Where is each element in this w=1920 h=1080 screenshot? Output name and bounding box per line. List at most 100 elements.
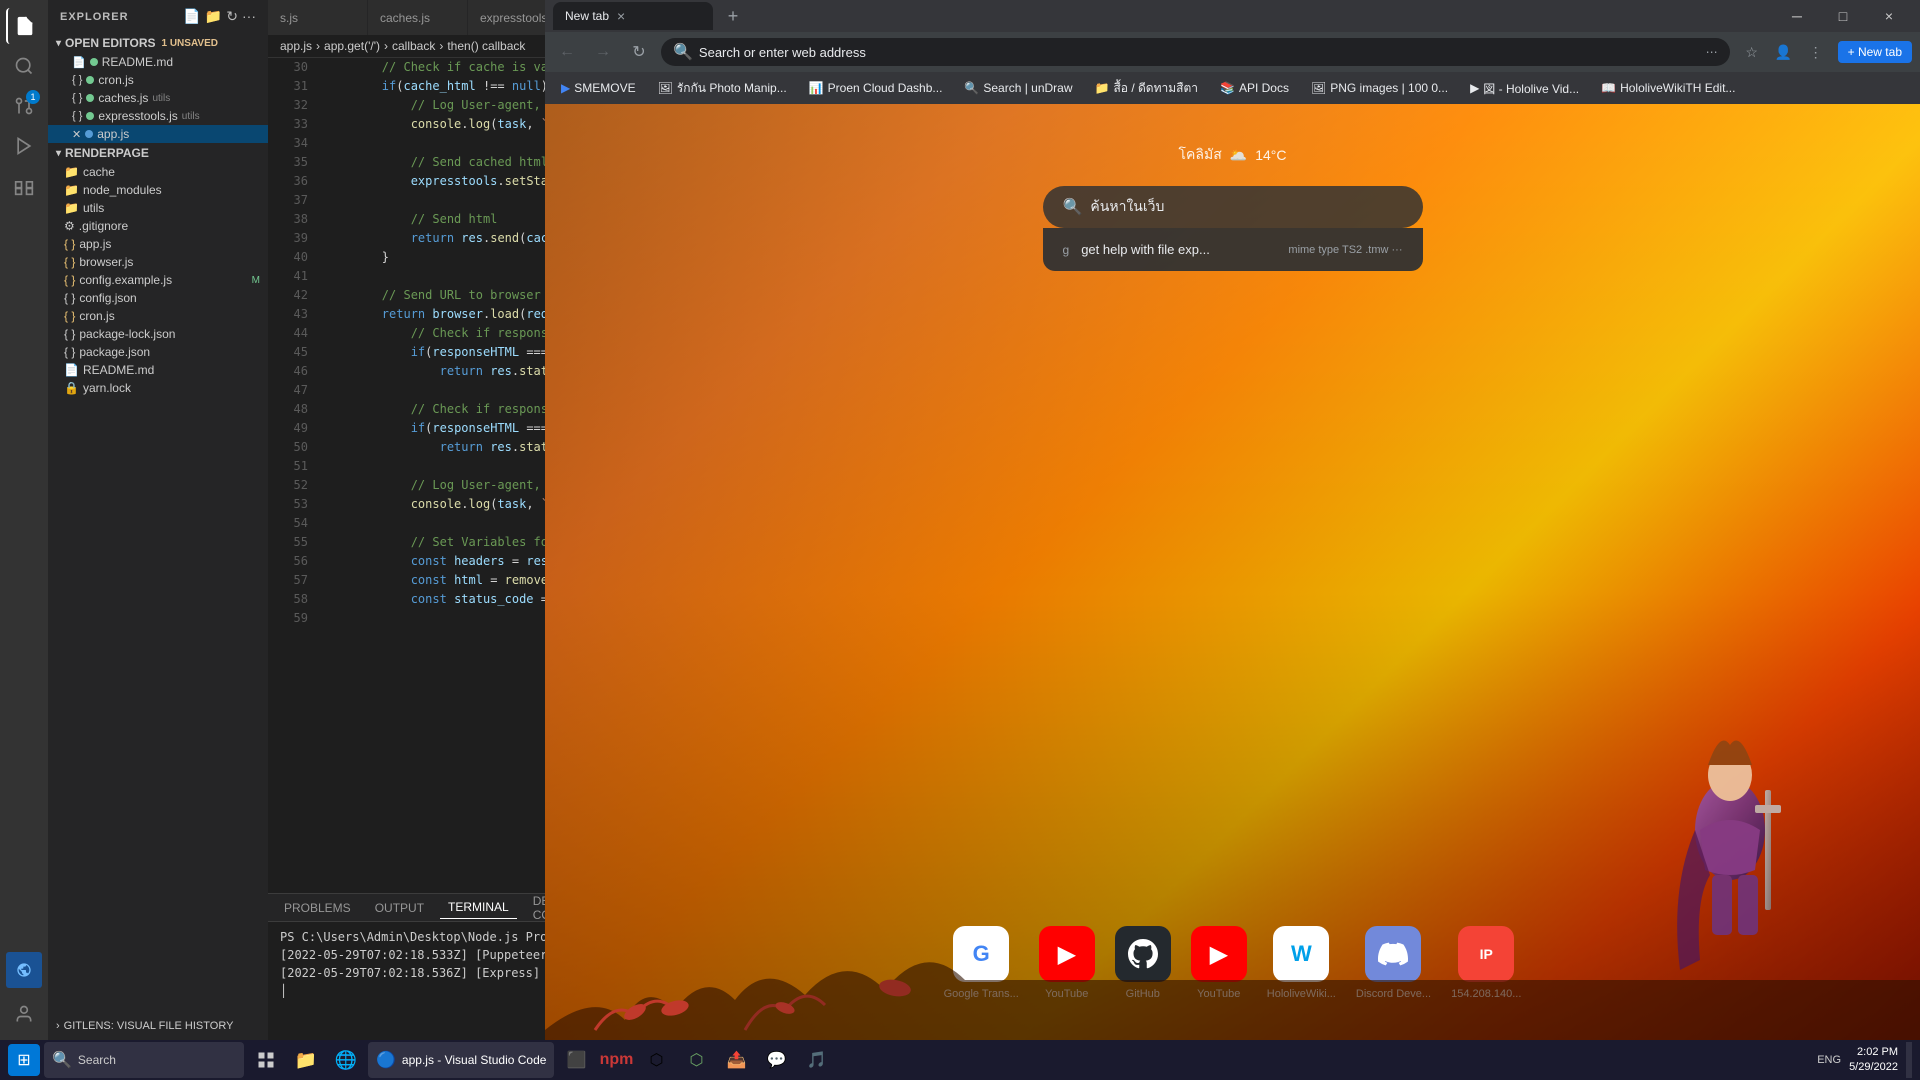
shortcut-google-translate[interactable]: G Google Trans... xyxy=(944,926,1019,1000)
taskbar-file-explorer[interactable]: 📁 xyxy=(288,1042,324,1078)
photo-icon: 🖼 xyxy=(658,81,673,95)
open-editors-section[interactable]: ▾ OPEN EDITORS 1 UNSAVED xyxy=(48,33,268,53)
youtube-icon-1: ▶ xyxy=(1039,926,1095,982)
open-file-expresstools[interactable]: { } expresstools.js utils xyxy=(48,107,268,125)
taskbar-github-desktop[interactable]: ⬡ xyxy=(638,1042,674,1078)
code-line-30: // Check if cache is valid xyxy=(324,58,545,77)
shortcut-hololive[interactable]: W HololiveWiki... xyxy=(1267,926,1336,1000)
code-line-48: // Check if responseHTML is empt... xyxy=(324,400,545,419)
suggestion-item[interactable]: g get help with file exp... mime type TS… xyxy=(1043,236,1423,263)
activity-extensions[interactable] xyxy=(6,168,42,204)
bookmark-hololive-vid[interactable]: ▶ 図 - Hololive Vid... xyxy=(1462,78,1587,99)
bookmark-api-docs[interactable]: 📚 API Docs xyxy=(1212,79,1297,97)
code-lines[interactable]: // Check if cache is valid if(cache_html… xyxy=(316,58,545,893)
file-appjs-root[interactable]: { } app.js xyxy=(48,235,268,253)
file-yarnlock[interactable]: 🔒 yarn.lock xyxy=(48,379,268,397)
taskbar-node[interactable]: ⬡ xyxy=(678,1042,714,1078)
file-gitignore[interactable]: ⚙ .gitignore xyxy=(48,217,268,235)
taskbar-terminal[interactable]: ⬛ xyxy=(558,1042,594,1078)
terminal-content[interactable]: PS C:\Users\Admin\Desktop\Node.js Projec… xyxy=(268,922,545,1058)
tab-cachesjs[interactable]: caches.js xyxy=(368,0,468,35)
open-file-appjs[interactable]: ✕ app.js xyxy=(48,125,268,143)
bookmark-hololive-wiki[interactable]: 📖 HololiveWikiTH Edit... xyxy=(1593,79,1743,97)
shortcut-github[interactable]: GitHub xyxy=(1115,926,1171,1000)
tab-sjs[interactable]: s.js xyxy=(268,0,368,35)
tab-output[interactable]: OUTPUT xyxy=(367,897,432,919)
bookmark-media[interactable]: 📁 สื้อ / ดีดทามสืตา xyxy=(1087,77,1207,100)
file-cronjs[interactable]: { } cron.js xyxy=(48,307,268,325)
file-readme-root[interactable]: 📄 README.md xyxy=(48,361,268,379)
taskbar-vscode[interactable]: 🔵 app.js - Visual Studio Code xyxy=(368,1042,554,1078)
tab-expresstools[interactable]: expresstools.js xyxy=(468,0,545,35)
address-bar[interactable]: 🔍 Search or enter web address ⋯ xyxy=(661,38,1730,66)
new-folder-icon[interactable]: 📁 xyxy=(205,8,222,25)
activity-accounts[interactable] xyxy=(6,996,42,1032)
shortcut-youtube-2[interactable]: ▶ YouTube xyxy=(1191,926,1247,1000)
file-browserjs[interactable]: { } browser.js xyxy=(48,253,268,271)
bookmark-photo-manip[interactable]: 🖼 รักกัน Photo Manip... xyxy=(650,77,795,100)
code-editor[interactable]: 30 31 32 33 34 35 36 37 38 39 40 41 42 4… xyxy=(268,58,545,893)
file-config-json[interactable]: { } config.json xyxy=(48,289,268,307)
vscode-taskbar-icon: 🔵 xyxy=(376,1050,396,1070)
forward-button[interactable]: → xyxy=(589,38,617,66)
breadcrumb-cb[interactable]: callback xyxy=(392,39,435,53)
breadcrumb-func[interactable]: app.get('/') xyxy=(324,39,380,53)
file-dot xyxy=(86,94,94,102)
file-config-example[interactable]: { } config.example.js M xyxy=(48,271,268,289)
more-icon[interactable]: ⋮ xyxy=(1802,38,1830,66)
collapse-icon[interactable]: ··· xyxy=(242,8,256,25)
activity-search[interactable] xyxy=(6,48,42,84)
renderpage-section[interactable]: ▾ RENDERPAGE xyxy=(48,143,268,163)
taskbar-edge[interactable]: 🌐 xyxy=(328,1042,364,1078)
new-file-icon[interactable]: 📄 xyxy=(183,8,200,25)
taskbar-npm[interactable]: npm xyxy=(598,1042,634,1078)
activity-remote[interactable] xyxy=(6,952,42,988)
folder-utils[interactable]: 📁 utils xyxy=(48,199,268,217)
tab-terminal[interactable]: TERMINAL xyxy=(440,896,517,919)
close-window-button[interactable]: × xyxy=(1866,0,1912,32)
breadcrumb-file[interactable]: app.js xyxy=(280,39,312,53)
search-box[interactable]: 🔍 ค้นหาในเว็บ xyxy=(1043,186,1423,228)
breadcrumb-then[interactable]: then() callback xyxy=(447,39,525,53)
bookmark-proen[interactable]: 📊 Proen Cloud Dashb... xyxy=(801,79,951,97)
taskbar-discord[interactable]: 💬 xyxy=(758,1042,794,1078)
taskbar-filezilla[interactable]: 📤 xyxy=(718,1042,754,1078)
tab-debug-console[interactable]: DEBUG CONSOLE xyxy=(525,890,545,926)
bookmark-png[interactable]: 🖼 PNG images | 100 0... xyxy=(1303,79,1456,97)
bookmark-smemove[interactable]: ▶ SMEMOVE xyxy=(553,79,644,97)
shortcut-discord[interactable]: Discord Deve... xyxy=(1356,926,1431,1000)
refresh-icon[interactable]: ↻ xyxy=(226,8,238,25)
file-package-json[interactable]: { } package.json xyxy=(48,343,268,361)
folder-cache[interactable]: 📁 cache xyxy=(48,163,268,181)
maximize-button[interactable]: □ xyxy=(1820,0,1866,32)
activity-run-debug[interactable] xyxy=(6,128,42,164)
shortcut-youtube-1[interactable]: ▶ YouTube xyxy=(1039,926,1095,1000)
start-button[interactable]: ⊞ xyxy=(8,1044,40,1076)
minimize-button[interactable]: ─ xyxy=(1774,0,1820,32)
browser-tab-close[interactable]: × xyxy=(617,8,625,24)
back-button[interactable]: ← xyxy=(553,38,581,66)
taskbar-task-view[interactable] xyxy=(248,1042,284,1078)
taskbar-search[interactable]: 🔍 Search xyxy=(44,1042,244,1078)
open-file-cron[interactable]: { } cron.js xyxy=(48,71,268,89)
tab-problems[interactable]: PROBLEMS xyxy=(276,897,359,919)
terminal-panel: PROBLEMS OUTPUT TERMINAL DEBUG CONSOLE +… xyxy=(268,893,545,1058)
bookmark-undraw[interactable]: 🔍 Search | unDraw xyxy=(956,79,1080,97)
new-tab-btn[interactable]: + New tab xyxy=(1838,41,1912,63)
file-package-lock[interactable]: { } package-lock.json xyxy=(48,325,268,343)
open-file-caches[interactable]: { } caches.js utils xyxy=(48,89,268,107)
refresh-button[interactable]: ↻ xyxy=(625,38,653,66)
activity-source-control[interactable]: 1 xyxy=(6,88,42,124)
open-file-readme[interactable]: 📄 README.md xyxy=(48,53,268,71)
folder-node-modules[interactable]: 📁 node_modules xyxy=(48,181,268,199)
youtube-icon-2: ▶ xyxy=(1191,926,1247,982)
profile-icon[interactable]: 👤 xyxy=(1770,38,1798,66)
browser-tab-active[interactable]: New tab × xyxy=(553,2,713,30)
gitlens-header[interactable]: › GITLENS: VISUAL FILE HISTORY xyxy=(48,1016,268,1036)
bookmark-icon[interactable]: ☆ xyxy=(1738,38,1766,66)
taskbar-spotify[interactable]: 🎵 xyxy=(798,1042,834,1078)
new-tab-button[interactable]: + xyxy=(719,2,747,30)
shortcut-ip[interactable]: IP 154.208.140... xyxy=(1451,926,1521,1000)
taskbar-show-desktop[interactable] xyxy=(1906,1042,1912,1078)
activity-files[interactable] xyxy=(6,8,42,44)
